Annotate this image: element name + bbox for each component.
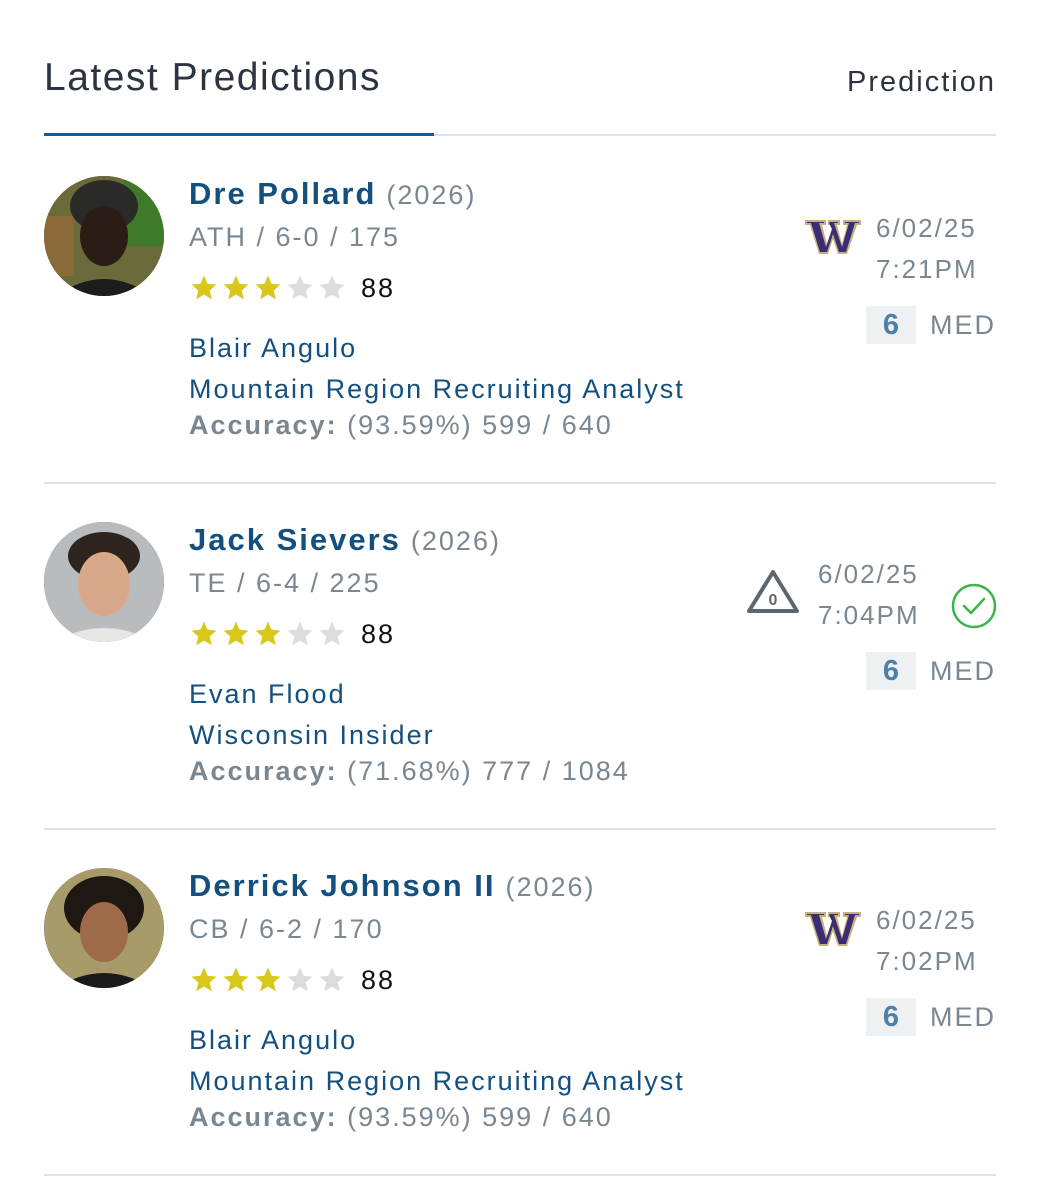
star-filled-icon — [255, 967, 281, 992]
star-empty-icon — [319, 967, 345, 992]
star-rating: 88 — [189, 618, 395, 650]
confidence-label: MED — [930, 309, 996, 340]
confidence-label: MED — [930, 655, 996, 686]
prediction-date: 6/02/25 — [818, 559, 919, 589]
analyst-accuracy: Accuracy: (93.59%) 599 / 640 — [189, 410, 613, 441]
accuracy-value: (93.59%) 599 / 640 — [347, 410, 613, 440]
star-filled-icon — [191, 275, 217, 300]
class-year: (2026) — [410, 526, 501, 556]
predictions-header: Latest Predictions Prediction — [44, 56, 996, 116]
confidence-label: MED — [930, 1001, 996, 1032]
analyst-name-link[interactable]: Evan Flood — [189, 674, 435, 715]
star-empty-icon — [287, 967, 313, 992]
active-tab-underline — [44, 133, 434, 136]
analyst-title: Mountain Region Recruiting Analyst — [189, 374, 685, 404]
player-name-line: Dre Pollard (2026) — [189, 176, 476, 212]
star-filled-icon — [223, 621, 249, 646]
prediction-row[interactable]: Jack Sievers (2026) TE / 6-4 / 225 88 Eva… — [44, 484, 998, 830]
player-avatar[interactable] — [44, 522, 164, 642]
player-position-height-weight: TE / 6-4 / 225 — [189, 568, 381, 598]
player-rating: 88 — [361, 964, 396, 995]
confidence-score: 6 — [866, 306, 916, 344]
player-avatar[interactable] — [44, 868, 164, 988]
prediction-date: 6/02/25 — [876, 905, 977, 935]
star-empty-icon — [287, 275, 313, 300]
confidence-score: 6 — [866, 652, 916, 690]
star-filled-icon — [191, 621, 217, 646]
star-filled-icon — [191, 967, 217, 992]
analyst-accuracy: Accuracy: (93.59%) 599 / 640 — [189, 1102, 613, 1133]
row-divider — [44, 1174, 996, 1176]
washington-w-logo-icon[interactable] — [804, 214, 862, 260]
confidence-score: 6 — [866, 998, 916, 1036]
confidence-indicator: 6 MED — [866, 998, 996, 1036]
analyst-block: Blair Angulo Mountain Region Recruiting … — [189, 1020, 685, 1102]
player-name-line: Derrick Johnson II (2026) — [189, 868, 596, 904]
prediction-row[interactable]: Dre Pollard (2026) ATH / 6-0 / 175 88 Bla… — [44, 138, 996, 484]
confidence-indicator: 6 MED — [866, 306, 996, 344]
player-photo-icon — [44, 868, 164, 988]
player-photo-icon — [44, 176, 164, 296]
star-rating: 88 — [189, 964, 395, 996]
prediction-timestamp: 6/02/25 7:02PM — [876, 900, 978, 982]
class-year: (2026) — [386, 180, 477, 210]
prediction-date: 6/02/25 — [876, 213, 977, 243]
analyst-block: Blair Angulo Mountain Region Recruiting … — [189, 328, 685, 410]
star-filled-icon — [255, 621, 281, 646]
delta-icon-digit: 0 — [769, 592, 778, 609]
star-empty-icon — [319, 275, 345, 300]
player-position-height-weight: ATH / 6-0 / 175 — [189, 222, 401, 252]
star-empty-icon — [287, 621, 313, 646]
analyst-title: Mountain Region Recruiting Analyst — [189, 1066, 685, 1096]
player-name-line: Jack Sievers (2026) — [189, 522, 501, 558]
confidence-indicator: 6 MED — [866, 652, 996, 690]
prediction-timestamp: 6/02/25 7:21PM — [876, 208, 978, 290]
accuracy-label: Accuracy: — [189, 756, 338, 786]
class-year: (2026) — [505, 872, 596, 902]
player-photo-icon — [44, 522, 164, 642]
player-rating: 88 — [361, 618, 396, 649]
star-rating: 88 — [189, 272, 395, 304]
prediction-timestamp: 6/02/25 7:04PM — [818, 554, 920, 636]
star-filled-icon — [223, 275, 249, 300]
prediction-time: 7:21PM — [876, 254, 978, 284]
delta-warning-icon[interactable]: 0 — [746, 568, 800, 614]
accuracy-value: (93.59%) 599 / 640 — [347, 1102, 613, 1132]
analyst-accuracy: Accuracy: (71.68%) 777 / 1084 — [189, 756, 630, 787]
player-rating: 88 — [361, 272, 396, 303]
prediction-time: 7:04PM — [818, 600, 920, 630]
analyst-name-link[interactable]: Blair Angulo — [189, 328, 685, 369]
analyst-name-link[interactable]: Blair Angulo — [189, 1020, 685, 1061]
player-name-link[interactable]: Derrick Johnson II — [189, 868, 495, 903]
washington-w-logo-icon[interactable] — [804, 906, 862, 952]
star-filled-icon — [255, 275, 281, 300]
accuracy-label: Accuracy: — [189, 410, 338, 440]
analyst-block: Evan Flood Wisconsin Insider — [189, 674, 435, 756]
player-name-link[interactable]: Dre Pollard — [189, 176, 376, 211]
page-title: Latest Predictions — [44, 56, 382, 99]
prediction-time: 7:02PM — [876, 946, 978, 976]
player-name-link[interactable]: Jack Sievers — [189, 522, 401, 557]
analyst-title: Wisconsin Insider — [189, 720, 435, 750]
player-avatar[interactable] — [44, 176, 164, 296]
prediction-column-label: Prediction — [847, 66, 996, 98]
star-empty-icon — [319, 621, 345, 646]
accuracy-value: (71.68%) 777 / 1084 — [347, 756, 630, 786]
accuracy-label: Accuracy: — [189, 1102, 338, 1132]
star-filled-icon — [223, 967, 249, 992]
check-circle-icon — [950, 582, 998, 630]
prediction-row[interactable]: Derrick Johnson II (2026) CB / 6-2 / 170 … — [44, 830, 996, 1176]
player-position-height-weight: CB / 6-2 / 170 — [189, 914, 384, 944]
